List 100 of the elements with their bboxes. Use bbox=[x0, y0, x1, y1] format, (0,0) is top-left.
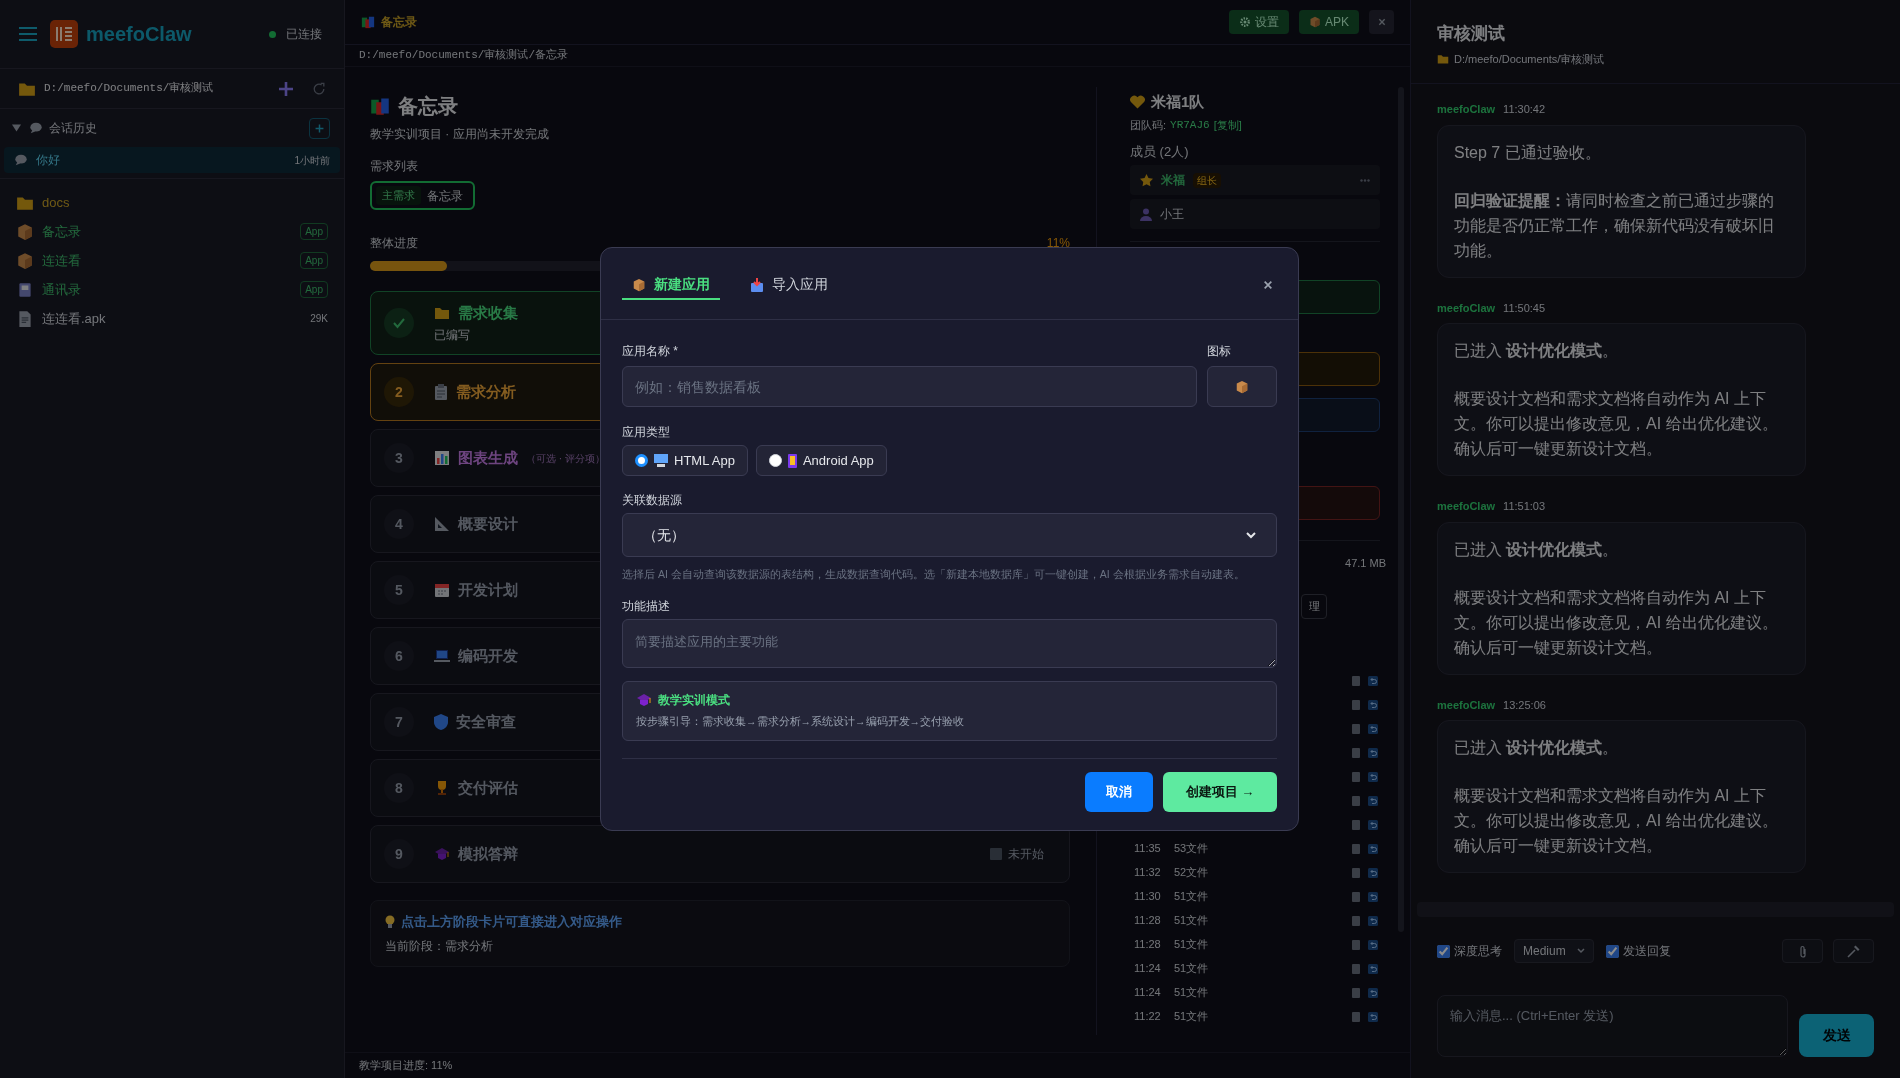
history-time: 1小时前 bbox=[294, 153, 330, 168]
refresh-button[interactable] bbox=[312, 81, 326, 96]
graduation-cap-icon bbox=[636, 692, 652, 709]
file-item[interactable]: 连连看.apk 29K bbox=[0, 304, 344, 333]
send-reply-checkbox[interactable] bbox=[1606, 944, 1619, 958]
chat-title: 审核测试 bbox=[1437, 23, 1506, 45]
app-tag: App bbox=[300, 281, 328, 298]
deep-thinking-checkbox[interactable] bbox=[1437, 944, 1450, 958]
collapse-toggle[interactable] bbox=[12, 124, 21, 132]
stage-title: 交付评估 bbox=[458, 777, 518, 798]
copy-link[interactable]: [复制] bbox=[1213, 117, 1242, 134]
field-label: 关联数据源 bbox=[622, 492, 683, 509]
document-icon bbox=[1352, 675, 1360, 686]
settings-icon bbox=[1239, 16, 1251, 28]
step-number: 8 bbox=[384, 773, 414, 803]
data-source-select[interactable]: （无） bbox=[622, 513, 1277, 557]
checkbox-label: 深度思考 bbox=[1454, 943, 1502, 960]
message-text: 概要设计文档和需求文档将自动作为 AI 上下文。你可以提出修改意见，AI 给出优化建议。确认后可一键更新设计文档。 bbox=[1454, 389, 1779, 459]
snapshot-time: 11:24 bbox=[1134, 985, 1162, 1001]
file-item[interactable]: docs bbox=[0, 188, 344, 217]
stage-status: 已编写 bbox=[434, 327, 471, 345]
logo-icon bbox=[50, 20, 78, 48]
cancel-button[interactable]: 取消 bbox=[1085, 771, 1153, 812]
effort-select[interactable]: Medium bbox=[1514, 939, 1594, 963]
role-tag: 组长 bbox=[1193, 172, 1221, 188]
project-tab-title: 备忘录 bbox=[381, 14, 417, 31]
message-sender: meefoClaw bbox=[1437, 300, 1496, 316]
person-icon bbox=[1140, 207, 1152, 221]
snapshot-time: 11:32 bbox=[1134, 865, 1162, 881]
folder-icon bbox=[434, 305, 450, 321]
progress-value: 11% bbox=[1046, 235, 1070, 252]
file-name: 连连看 bbox=[42, 251, 81, 270]
requirement-chip[interactable]: 主需求 备忘录 bbox=[370, 181, 475, 210]
tools-button[interactable] bbox=[1833, 939, 1874, 963]
document-icon bbox=[1352, 1011, 1360, 1022]
field-label: 应用名称 * bbox=[622, 343, 679, 360]
member-row[interactable]: 小王 bbox=[1130, 199, 1380, 229]
message-time: 13:25:06 bbox=[1503, 697, 1546, 713]
menu-icon bbox=[18, 26, 38, 42]
refresh-icon bbox=[312, 81, 326, 96]
project-subtitle: 教学实训项目 · 应用尚未开发完成 bbox=[370, 126, 550, 143]
stage-title: 图表生成 bbox=[458, 447, 518, 468]
member-row[interactable]: 米福 组长 bbox=[1130, 165, 1380, 195]
stage-card[interactable]: 9 模拟答辩 未开始 bbox=[370, 825, 1070, 883]
new-chat-button[interactable] bbox=[309, 117, 330, 139]
icon-picker-button[interactable] bbox=[1207, 366, 1277, 407]
snapshot-files: 51文件 bbox=[1174, 961, 1209, 977]
file-icon bbox=[16, 309, 34, 328]
restore-icon bbox=[1368, 795, 1378, 806]
snapshot-files: 53文件 bbox=[1174, 841, 1209, 857]
send-button[interactable]: 发送 bbox=[1799, 1014, 1874, 1057]
app-name-field[interactable]: 例如：销售数据看板 bbox=[622, 366, 1197, 407]
info-title: 教学实训模式 bbox=[658, 692, 730, 710]
history-item[interactable]: 你好 1小时前 bbox=[4, 147, 340, 173]
more-icon bbox=[1360, 178, 1370, 182]
attach-button[interactable] bbox=[1782, 939, 1823, 963]
history-title: 你好 bbox=[36, 152, 60, 169]
menu-button[interactable] bbox=[18, 26, 38, 42]
info-text: 按步骤引导：需求收集→需求分析→系统设计→编码开发→交付验收 bbox=[636, 714, 965, 730]
restore-icon bbox=[1368, 891, 1378, 902]
create-button[interactable]: 创建项目 → bbox=[1163, 771, 1277, 812]
dialog-tab[interactable]: 新建应用 bbox=[622, 271, 720, 300]
field-label: 应用类型 bbox=[622, 424, 671, 441]
radio-button[interactable] bbox=[635, 454, 648, 467]
file-item[interactable]: 通讯录 App bbox=[0, 275, 344, 304]
message-input[interactable]: 输入消息... (Ctrl+Enter 发送) bbox=[1437, 995, 1789, 1057]
close-icon bbox=[1263, 280, 1273, 290]
stage-status: 未开始 bbox=[1008, 846, 1044, 863]
manage-button[interactable]: 理 bbox=[1301, 593, 1327, 619]
message-text: 已进入 设计优化模式。 bbox=[1454, 738, 1620, 758]
message-text: Step 7 已通过验收。 bbox=[1454, 142, 1602, 163]
file-item[interactable]: 连连看 App bbox=[0, 246, 344, 275]
star-icon bbox=[1140, 173, 1153, 187]
stage-title: 安全审查 bbox=[456, 711, 516, 732]
chat-icon bbox=[29, 121, 43, 135]
chat-path: D:/meefo/Documents/审核测试 bbox=[1454, 51, 1605, 67]
app-type-option[interactable]: Android App bbox=[755, 445, 887, 476]
app-type-option[interactable]: HTML App bbox=[622, 445, 748, 476]
settings-button[interactable]: 设置 bbox=[1229, 10, 1289, 34]
square-icon bbox=[990, 848, 1002, 860]
ruler-icon bbox=[434, 516, 450, 532]
more-button[interactable] bbox=[1360, 178, 1370, 182]
file-item[interactable]: 备忘录 App bbox=[0, 217, 344, 246]
message-time: 11:30:42 bbox=[1503, 102, 1546, 117]
apk-button[interactable]: APK bbox=[1299, 10, 1359, 34]
restore-icon bbox=[1368, 771, 1378, 782]
restore-icon bbox=[1368, 987, 1378, 998]
import-icon bbox=[750, 277, 764, 292]
plus-icon bbox=[315, 123, 324, 133]
snapshot-files: 52文件 bbox=[1174, 865, 1209, 881]
restore-icon bbox=[1368, 867, 1378, 878]
close-button[interactable] bbox=[1263, 280, 1273, 290]
brand-name: meefoClaw bbox=[86, 22, 192, 47]
description-field[interactable]: 简要描述应用的主要功能 bbox=[622, 618, 1277, 668]
lightbulb-icon bbox=[385, 914, 395, 929]
stage-title: 需求分析 bbox=[456, 381, 516, 402]
add-button[interactable] bbox=[278, 80, 294, 97]
document-icon bbox=[1352, 963, 1360, 974]
message-text: 概要设计文档和需求文档将自动作为 AI 上下文。你可以提出修改意见，AI 给出优化建议。确认后可一键更新设计文档。 bbox=[1454, 786, 1779, 856]
dialog-tab[interactable]: 导入应用 bbox=[740, 271, 838, 300]
